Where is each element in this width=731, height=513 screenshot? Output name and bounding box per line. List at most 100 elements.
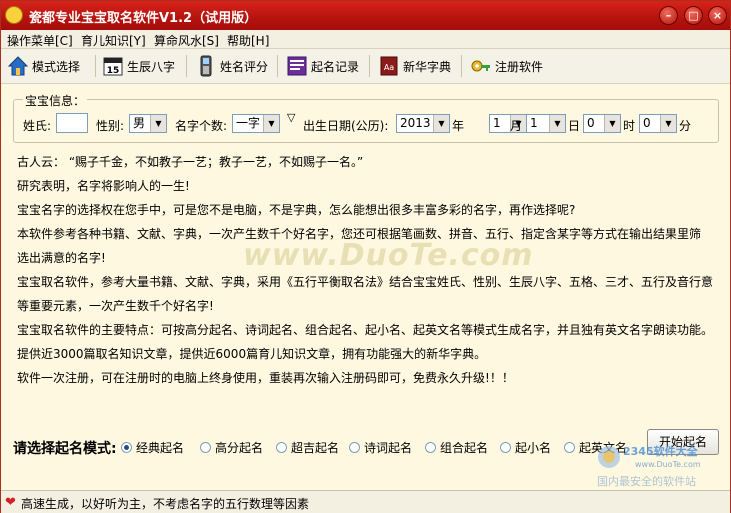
- content-line: 研究表明，名字将影响人的一生!: [17, 179, 190, 193]
- minimize-button[interactable]: –: [659, 6, 678, 25]
- day-select[interactable]: 1 ▼: [526, 114, 566, 133]
- record-icon: [287, 56, 307, 76]
- content-line: 宝宝取名软件，参考大量书籍、文献、字典，采用《五行平衡取名法》结合宝宝姓氏、性别…: [17, 275, 714, 289]
- tool-label: 注册软件: [495, 59, 544, 74]
- content-line: 软件一次注册，可在注册时的电脑上终身使用，重装再次输入注册码即可，免费永久升级!…: [17, 371, 514, 385]
- tool-naming-records[interactable]: 起名记录: [286, 53, 359, 79]
- tool-label: 新华字典: [403, 59, 452, 74]
- chevron-down-icon: ▼: [150, 115, 166, 132]
- year-value: 2013: [400, 116, 431, 130]
- radio-label: 高分起名: [215, 441, 264, 455]
- content-line: 等重要元素，一次产生数千个好名字!: [17, 299, 214, 313]
- logo-slogan: 国内最安全的软件站: [597, 474, 696, 488]
- app-window: 瓷都专业宝宝取名软件V1.2（试用版） – □ × 操作菜单[C] 育儿知识[Y…: [0, 0, 731, 513]
- radio-dot[interactable]: [564, 442, 575, 453]
- tool-label: 生辰八字: [127, 59, 176, 74]
- hour-value: 0: [587, 116, 595, 130]
- triangle-icon: ▽: [287, 111, 296, 124]
- toolbar-separator: [369, 55, 370, 77]
- gender-select[interactable]: 男 ▼: [129, 114, 167, 133]
- toolbar-separator: [277, 55, 278, 77]
- content-line: 古人云： “赐子千金，不如教子一艺；教子一艺，不如赐子一名。”: [17, 155, 364, 169]
- radio-label: 诗词起名: [364, 441, 413, 455]
- gender-label: 性别:: [96, 119, 125, 133]
- calendar-icon: 15: [103, 57, 123, 76]
- month-value: 1: [493, 116, 501, 130]
- menu-bar: 操作菜单[C] 育儿知识[Y] 算命风水[S] 帮助[H]: [1, 30, 730, 49]
- radio-dot[interactable]: [349, 442, 360, 453]
- tool-mode-select[interactable]: 模式选择: [7, 53, 80, 79]
- surname-label: 姓氏:: [23, 119, 52, 133]
- chevron-down-icon: ▼: [604, 115, 620, 132]
- minute-select[interactable]: 0 ▼: [639, 114, 677, 133]
- radio-nickname[interactable]: 起小名: [500, 439, 551, 456]
- heart-icon: ❤: [5, 495, 16, 510]
- radio-dot[interactable]: [200, 442, 211, 453]
- close-button[interactable]: ×: [708, 6, 727, 25]
- chevron-down-icon: ▼: [263, 115, 279, 132]
- content-line: 本软件参考各种书籍、文献、字典，一次产生数千个好名字，您还可根据笔画数、拼音、五…: [17, 227, 702, 241]
- name-length-value: 一字: [236, 116, 261, 130]
- radio-poetry[interactable]: 诗词起名: [349, 439, 412, 456]
- logo-url: www.DuoTe.com: [635, 460, 701, 469]
- tool-label: 模式选择: [32, 59, 81, 74]
- tool-dictionary[interactable]: Aa 新华字典: [378, 53, 451, 79]
- radio-combination[interactable]: 组合起名: [425, 439, 488, 456]
- chevron-down-icon: ▼: [660, 115, 676, 132]
- chevron-down-icon: ▼: [433, 115, 449, 132]
- menu-operate[interactable]: 操作菜单[C]: [7, 32, 73, 49]
- house-icon: [7, 56, 29, 76]
- radio-dot[interactable]: [425, 442, 436, 453]
- minute-unit: 分: [679, 119, 692, 133]
- chevron-down-icon: ▼: [549, 115, 565, 132]
- gender-value: 男: [133, 116, 146, 130]
- tool-birth-chart[interactable]: 15 生辰八字: [102, 53, 175, 79]
- radio-dot[interactable]: [121, 442, 132, 453]
- toolbar-separator: [95, 55, 96, 77]
- baby-info-legend: 宝宝信息：: [23, 92, 88, 109]
- status-bar: ❤ 高速生成，以好听为主，不考虑名字的五行数理等因素: [1, 490, 730, 513]
- status-text: 高速生成，以好听为主，不考虑名字的五行数理等因素: [21, 497, 310, 511]
- menu-help[interactable]: 帮助[H]: [227, 32, 269, 49]
- phone-icon: [200, 55, 212, 77]
- radio-high-score[interactable]: 高分起名: [200, 439, 263, 456]
- svg-text:15: 15: [107, 66, 120, 76]
- tool-register[interactable]: 注册软件: [470, 53, 543, 79]
- menu-parenting[interactable]: 育儿知识[Y]: [81, 32, 146, 49]
- year-select[interactable]: 2013 ▼: [396, 114, 450, 133]
- maximize-button[interactable]: □: [684, 6, 703, 25]
- name-length-label: 名字个数:: [175, 119, 228, 133]
- name-length-select[interactable]: 一字 ▼: [232, 114, 280, 133]
- mode-title: 请选择起名模式:: [13, 441, 117, 457]
- toolbar-separator: [461, 55, 462, 77]
- menu-fortune[interactable]: 算命风水[S]: [154, 32, 219, 49]
- content-line: 提供近3000篇取名知识文章，提供近6000篇育儿知识文章，拥有功能强大的新华字…: [17, 347, 487, 361]
- radio-dot[interactable]: [500, 442, 511, 453]
- year-unit: 年: [452, 119, 465, 133]
- hour-unit: 时: [623, 119, 636, 133]
- radio-lucky[interactable]: 超吉起名: [276, 439, 339, 456]
- key-icon: [471, 60, 490, 72]
- content-line: 宝宝名字的选择权在您手中，可是您不是电脑，不是字典，怎么能想出很多丰富多彩的名字…: [17, 203, 576, 217]
- radio-dot[interactable]: [276, 442, 287, 453]
- site-logo: 2345软件大全 www.DuoTe.com 国内最安全的软件站: [597, 444, 701, 488]
- tool-name-score[interactable]: 姓名评分: [195, 53, 268, 79]
- toolbar: 模式选择 15 生辰八字 姓名评分 起名记录 Aa 新华字典 注册软件: [1, 49, 730, 84]
- radio-label: 超吉起名: [291, 441, 340, 455]
- tool-label: 起名记录: [311, 59, 360, 74]
- radio-classic[interactable]: 经典起名: [121, 439, 184, 456]
- watermark: www.DuoTe.com: [243, 238, 534, 273]
- app-logo-icon: [5, 6, 23, 24]
- tool-label: 姓名评分: [220, 59, 269, 74]
- title-bar[interactable]: 瓷都专业宝宝取名软件V1.2（试用版） – □ ×: [1, 1, 730, 30]
- birth-date-label: 出生日期(公历):: [303, 119, 389, 133]
- radio-label: 起小名: [515, 441, 552, 455]
- svg-text:Aa: Aa: [384, 63, 394, 72]
- surname-input[interactable]: [56, 113, 88, 133]
- content-line: 选出满意的名字!: [17, 251, 106, 265]
- radio-label: 经典起名: [136, 441, 185, 455]
- hour-select[interactable]: 0 ▼: [583, 114, 621, 133]
- radio-label: 组合起名: [440, 441, 489, 455]
- dictionary-icon: Aa: [380, 56, 398, 76]
- minute-value: 0: [643, 116, 651, 130]
